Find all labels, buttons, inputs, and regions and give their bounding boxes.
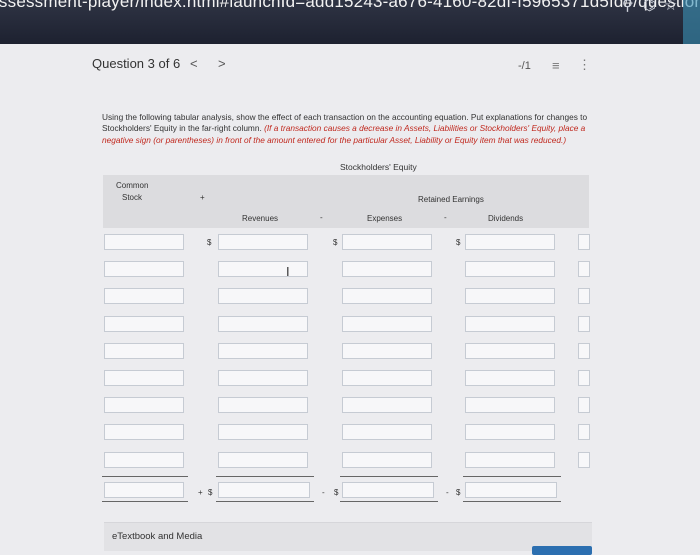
dividends-input[interactable] — [465, 234, 555, 250]
search-icon[interactable]: ⚲ — [622, 0, 633, 14]
star-icon[interactable]: ☆ — [664, 0, 677, 14]
next-question-button[interactable]: > — [218, 56, 226, 71]
revenues-input[interactable] — [218, 370, 308, 386]
explanation-input[interactable] — [578, 261, 590, 277]
revenues-total-input[interactable] — [218, 482, 310, 498]
expenses-total-input[interactable] — [342, 482, 434, 498]
dollar-sign: $ — [456, 238, 461, 247]
revenues-input[interactable] — [218, 234, 308, 250]
expenses-input[interactable] — [342, 234, 432, 250]
edge-tab — [683, 0, 700, 44]
explanation-input[interactable] — [578, 424, 590, 440]
stockholders-equity-header: Stockholders' Equity — [340, 162, 417, 172]
total-minus-operator-2: - — [446, 488, 449, 497]
dividends-input[interactable] — [465, 397, 555, 413]
revenues-input[interactable] — [218, 424, 308, 440]
common-stock-input[interactable] — [104, 397, 184, 413]
total-underline — [463, 501, 561, 502]
expenses-input[interactable] — [342, 343, 432, 359]
total-separator-line — [340, 476, 438, 477]
minus-operator-2: - — [444, 213, 447, 222]
total-separator-line — [102, 476, 188, 477]
total-underline — [216, 501, 314, 502]
common-stock-total-input[interactable] — [104, 482, 184, 498]
instructions: Using the following tabular analysis, sh… — [102, 112, 590, 146]
explanation-input[interactable] — [578, 370, 590, 386]
dividends-input[interactable] — [465, 316, 555, 332]
more-icon[interactable]: ⋮ — [578, 57, 591, 73]
dollar-sign: $ — [334, 488, 339, 497]
dollar-sign: $ — [208, 488, 213, 497]
explanation-input[interactable] — [578, 452, 590, 468]
expenses-header: Expenses — [367, 214, 403, 223]
dividends-header: Dividends — [488, 214, 524, 223]
dividends-input[interactable] — [465, 261, 555, 277]
common-stock-input[interactable] — [104, 261, 184, 277]
revenues-input[interactable] — [218, 343, 308, 359]
explanation-input[interactable] — [578, 234, 590, 250]
common-stock-input[interactable] — [104, 343, 184, 359]
dividends-input[interactable] — [465, 343, 555, 359]
explanation-input[interactable] — [578, 343, 590, 359]
prev-question-button[interactable]: < — [190, 56, 198, 71]
dollar-sign: $ — [456, 488, 461, 497]
total-plus-operator: + — [198, 488, 203, 497]
text-cursor-icon: I — [286, 264, 290, 279]
extension-icon[interactable]: ⌬ — [643, 0, 656, 14]
explanation-input[interactable] — [578, 288, 590, 304]
browser-toolbar: /ssessment-player/index.html#launchId=ad… — [0, 0, 700, 44]
common-stock-input[interactable] — [104, 370, 184, 386]
total-minus-operator: - — [322, 488, 325, 497]
expenses-input[interactable] — [342, 370, 432, 386]
total-separator-line — [463, 476, 561, 477]
revenues-input[interactable] — [218, 452, 308, 468]
dividends-input[interactable] — [465, 424, 555, 440]
dividends-total-input[interactable] — [465, 482, 557, 498]
score-display: -/1 — [518, 60, 531, 72]
dollar-sign: $ — [333, 238, 338, 247]
total-underline — [340, 501, 438, 502]
total-underline — [102, 501, 188, 502]
minus-operator: - — [320, 213, 323, 222]
dividends-input[interactable] — [465, 452, 555, 468]
expenses-input[interactable] — [342, 397, 432, 413]
common-stock-input[interactable] — [104, 316, 184, 332]
explanation-input[interactable] — [578, 316, 590, 332]
dollar-sign: $ — [207, 238, 212, 247]
list-icon[interactable]: ≡ — [552, 58, 560, 73]
common-stock-header-1: Common — [116, 181, 149, 190]
submit-button[interactable] — [532, 546, 592, 555]
expenses-input[interactable] — [342, 452, 432, 468]
retained-earnings-header: Retained Earnings — [418, 195, 484, 204]
revenues-input[interactable] — [218, 316, 308, 332]
plus-operator: + — [200, 193, 205, 202]
explanation-input[interactable] — [578, 397, 590, 413]
address-bar[interactable]: /ssessment-player/index.html#launchId=ad… — [0, 0, 700, 12]
revenues-input[interactable] — [218, 288, 308, 304]
common-stock-input[interactable] — [104, 234, 184, 250]
common-stock-header-2: Stock — [122, 193, 143, 202]
expenses-input[interactable] — [342, 288, 432, 304]
dividends-input[interactable] — [465, 288, 555, 304]
common-stock-input[interactable] — [104, 424, 184, 440]
expenses-input[interactable] — [342, 261, 432, 277]
revenues-input[interactable] — [218, 397, 308, 413]
resources-footer[interactable]: eTextbook and Media — [104, 522, 592, 551]
revenues-input[interactable] — [218, 261, 308, 277]
etextbook-link[interactable]: eTextbook and Media — [112, 531, 202, 542]
expenses-input[interactable] — [342, 316, 432, 332]
common-stock-input[interactable] — [104, 452, 184, 468]
total-separator-line — [216, 476, 314, 477]
revenues-header: Revenues — [242, 214, 279, 223]
expenses-input[interactable] — [342, 424, 432, 440]
question-title: Question 3 of 6 — [92, 56, 181, 71]
common-stock-input[interactable] — [104, 288, 184, 304]
dividends-input[interactable] — [465, 370, 555, 386]
